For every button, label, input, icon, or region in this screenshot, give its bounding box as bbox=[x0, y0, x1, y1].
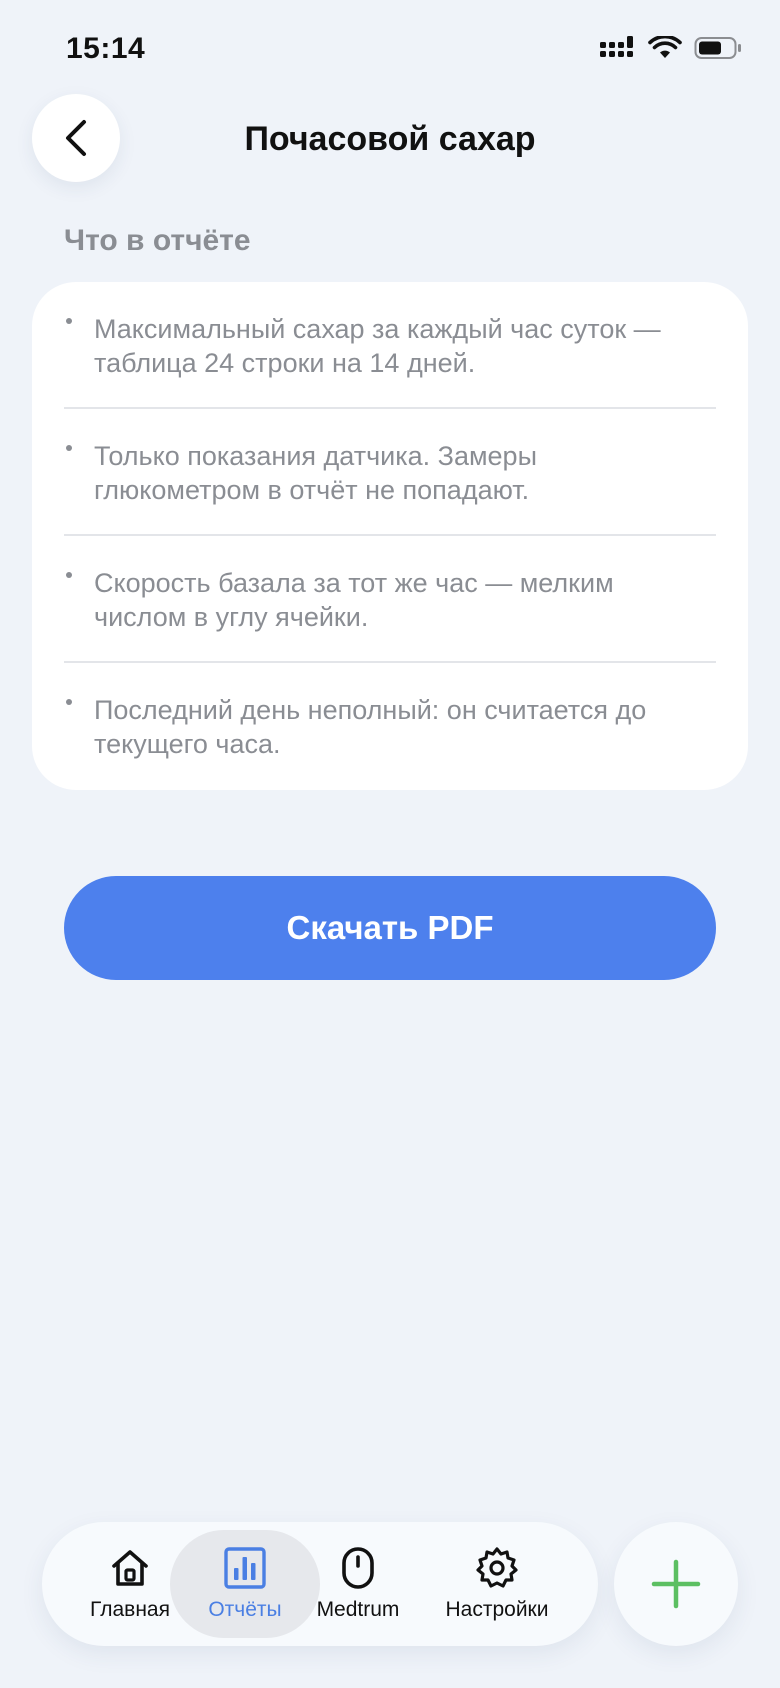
add-button[interactable] bbox=[614, 1522, 738, 1646]
tab-label: Настройки bbox=[445, 1598, 549, 1621]
cellular-signal-icon bbox=[600, 36, 633, 57]
wifi-icon bbox=[648, 36, 682, 58]
info-item: Скорость базала за тот же час — мелким ч… bbox=[32, 536, 716, 663]
bullet-icon bbox=[66, 572, 72, 578]
bar-chart-icon bbox=[224, 1547, 266, 1589]
info-item-text: Только показания датчика. Замеры глюкоме… bbox=[94, 441, 537, 505]
info-item-text: Последний день неполный: он считается до… bbox=[94, 695, 647, 759]
status-icons bbox=[600, 36, 742, 60]
info-item-text: Скорость базала за тот же час — мелким ч… bbox=[94, 568, 614, 632]
bullet-icon bbox=[66, 318, 72, 324]
gear-icon bbox=[476, 1547, 518, 1588]
battery-icon bbox=[694, 37, 741, 59]
status-time: 15:14 bbox=[66, 32, 146, 65]
device-icon bbox=[342, 1547, 374, 1589]
bullet-icon bbox=[66, 699, 72, 705]
download-pdf-button[interactable]: Скачать PDF bbox=[64, 876, 716, 980]
tab-settings[interactable]: Настройки bbox=[434, 1522, 560, 1646]
tab-home[interactable]: Главная bbox=[78, 1522, 182, 1646]
info-item: Только показания датчика. Замеры глюкоме… bbox=[32, 409, 716, 536]
section-label: Что в отчёте bbox=[64, 224, 251, 257]
tab-label: Главная bbox=[90, 1598, 170, 1621]
page-title: Почасовой сахар bbox=[244, 120, 536, 158]
screen: 15:14 Почасовой сахар Что в отчёте Макси… bbox=[0, 0, 780, 1688]
home-icon bbox=[112, 1550, 148, 1586]
info-card: Максимальный сахар за каждый час суток —… bbox=[32, 282, 748, 790]
tab-medtrum[interactable]: Medtrum bbox=[308, 1522, 408, 1646]
tab-reports[interactable]: Отчёты bbox=[190, 1522, 300, 1646]
info-item: Максимальный сахар за каждый час суток —… bbox=[32, 282, 716, 409]
status-bar: 15:14 bbox=[0, 0, 780, 100]
info-item-text: Максимальный сахар за каждый час суток —… bbox=[94, 314, 661, 378]
tab-label: Отчёты bbox=[208, 1598, 282, 1621]
bullet-icon bbox=[66, 445, 72, 451]
tab-bar: Главная Отчёты Medtrum Настройки bbox=[42, 1522, 598, 1646]
info-item: Последний день неполный: он считается до… bbox=[32, 663, 684, 790]
tab-label: Medtrum bbox=[316, 1598, 400, 1621]
plus-icon bbox=[651, 1559, 701, 1609]
